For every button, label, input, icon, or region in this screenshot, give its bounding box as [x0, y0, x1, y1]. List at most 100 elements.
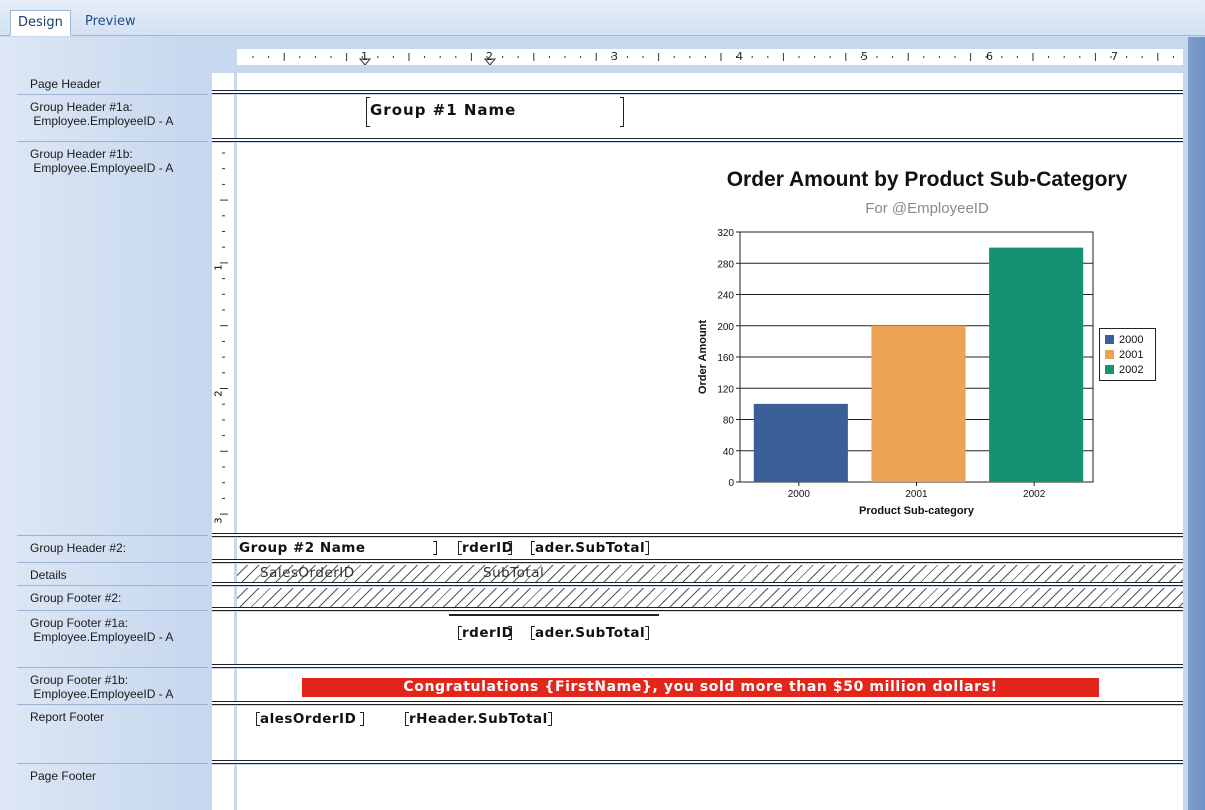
- ruler-number: 6: [986, 50, 993, 63]
- section-label: Page Header: [30, 77, 101, 91]
- bar-2000[interactable]: [753, 403, 848, 482]
- legend-label: 2000: [1119, 334, 1144, 346]
- group-header-2-canvas[interactable]: [237, 538, 1183, 559]
- x-tick-label: 2001: [905, 489, 928, 500]
- section-divider: [212, 582, 1183, 586]
- gf1a-orderid-field[interactable]: rderID: [462, 625, 513, 641]
- y-tick-label: 160: [717, 353, 734, 364]
- gf1a-subtotal-field[interactable]: ader.SubTotal: [535, 625, 645, 641]
- bar-2002[interactable]: [989, 247, 1084, 482]
- vertical-ruler: [212, 538, 234, 559]
- chart-plot[interactable]: 0 40 80 120 160 200 240 280 320 2000 2001 2002 Produ…: [685, 218, 1105, 528]
- legend-entry: 2002: [1105, 364, 1143, 376]
- ruler-number: 3: [611, 50, 618, 63]
- details-subtotal-field[interactable]: SubTotal: [483, 565, 544, 581]
- underline: [449, 614, 659, 616]
- section-label: Page Footer: [30, 769, 97, 783]
- y-tick-label: 120: [717, 384, 734, 395]
- section-divider: [212, 607, 1183, 611]
- section-divider: [212, 533, 1183, 537]
- section-report-footer[interactable]: Report Footer: [17, 706, 208, 764]
- y-tick-label: 280: [717, 259, 734, 270]
- section-page-header[interactable]: Page Header: [17, 73, 208, 95]
- vertical-ruler: [212, 564, 234, 582]
- legend-label: 2001: [1119, 349, 1144, 361]
- section-group-header-1b[interactable]: Group Header #1b: Employee.EmployeeID - …: [17, 143, 208, 536]
- section-group-footer-1a[interactable]: Group Footer #1a: Employee.EmployeeID - …: [17, 612, 208, 668]
- group1-name-field[interactable]: Group #1 Name: [370, 101, 516, 119]
- group-footer-1a-canvas[interactable]: [237, 612, 1183, 664]
- ruler-number: 4: [736, 50, 743, 63]
- section-details[interactable]: Details: [17, 564, 208, 586]
- y-axis-title: Order Amount: [697, 320, 709, 394]
- report-footer-canvas[interactable]: [237, 706, 1183, 760]
- section-divider: [212, 559, 1183, 563]
- chart-subtitle: For @EmployeeID: [865, 200, 989, 217]
- vruler-number: 1: [213, 264, 225, 271]
- details-salesorderid-field[interactable]: SalesOrderID: [260, 565, 355, 581]
- bar-2001[interactable]: [871, 325, 966, 482]
- page-footer-canvas[interactable]: [237, 765, 1183, 810]
- vertical-ruler: [212, 95, 234, 138]
- ruler-number: 2: [486, 50, 493, 63]
- section-label: Group Header #1a: Employee.EmployeeID - …: [30, 100, 174, 128]
- rf-subtotal-field[interactable]: rHeader.SubTotal: [409, 711, 548, 727]
- vertical-ruler: [212, 73, 234, 90]
- y-tick-label: 80: [723, 416, 735, 427]
- ruler-number: 5: [861, 50, 868, 63]
- x-tick-label: 2002: [1023, 489, 1046, 500]
- section-page-footer[interactable]: Page Footer: [17, 765, 208, 810]
- ruler-number: 1: [361, 50, 368, 63]
- section-group-footer-1b[interactable]: Group Footer #1b: Employee.EmployeeID - …: [17, 669, 208, 705]
- vertical-ruler: [212, 612, 234, 664]
- field-bracket-right: [508, 626, 512, 640]
- y-tick-label: 200: [717, 322, 734, 333]
- section-divider: [212, 701, 1183, 705]
- section-divider: [212, 664, 1183, 668]
- vertical-ruler-ticks: [220, 152, 228, 515]
- vertical-ruler: [212, 669, 234, 701]
- section-label: Details: [30, 568, 67, 582]
- group-footer-2-hatch: [237, 588, 1183, 607]
- section-label: Group Footer #1a: Employee.EmployeeID - …: [30, 616, 174, 644]
- page-header-canvas[interactable]: [237, 73, 1183, 90]
- y-tick-label: 0: [728, 478, 734, 489]
- section-group-header-2[interactable]: Group Header #2:: [17, 537, 208, 563]
- section-group-header-1a[interactable]: Group Header #1a: Employee.EmployeeID - …: [17, 96, 208, 142]
- section-group-footer-2[interactable]: Group Footer #2:: [17, 587, 208, 611]
- chart-title: Order Amount by Product Sub-Category: [726, 168, 1128, 191]
- field-bracket-right: [360, 712, 364, 726]
- y-tick-label: 40: [723, 447, 735, 458]
- legend-label: 2002: [1119, 364, 1144, 376]
- chart-legend: 2000 2001 2002: [1099, 328, 1156, 381]
- section-label: Report Footer: [30, 710, 105, 724]
- rf-salesorderid-field[interactable]: alesOrderID: [260, 711, 356, 727]
- details-hatch: [237, 565, 1183, 582]
- tab-preview[interactable]: Preview: [78, 10, 143, 36]
- designer-tab-strip: Design Preview: [0, 0, 1205, 36]
- gh2-subtotal-field[interactable]: ader.SubTotal: [535, 540, 645, 556]
- section-divider: [212, 760, 1183, 764]
- legend-swatch: [1105, 365, 1114, 374]
- section-label: Group Footer #1b: Employee.EmployeeID - …: [30, 673, 174, 701]
- tab-design[interactable]: Design: [10, 10, 71, 36]
- vruler-number: 3: [213, 517, 225, 524]
- legend-swatch: [1105, 335, 1114, 344]
- field-bracket-right: [548, 712, 552, 726]
- y-tick-label: 320: [717, 228, 734, 239]
- legend-entry: 2000: [1105, 334, 1143, 346]
- report-designer-window: Design Preview 1 2 3 4 5 6 7 Page Header…: [0, 0, 1205, 810]
- group2-name-field[interactable]: Group #2 Name: [239, 540, 366, 556]
- field-bracket-right: [645, 626, 649, 640]
- field-bracket-right: [508, 541, 512, 555]
- congratulations-banner[interactable]: Congratulations {FirstName}, you sold mo…: [302, 678, 1099, 697]
- x-axis-title: Product Sub-category: [859, 505, 975, 517]
- section-label: Group Footer #2:: [30, 591, 122, 605]
- section-divider: [212, 138, 1183, 142]
- vertical-ruler: [212, 706, 234, 760]
- field-bracket-right: [645, 541, 649, 555]
- field-bracket-right: [620, 97, 624, 127]
- ruler-number: 7: [1111, 50, 1118, 63]
- legend-entry: 2001: [1105, 349, 1143, 361]
- gh2-orderid-field[interactable]: rderID: [462, 540, 513, 556]
